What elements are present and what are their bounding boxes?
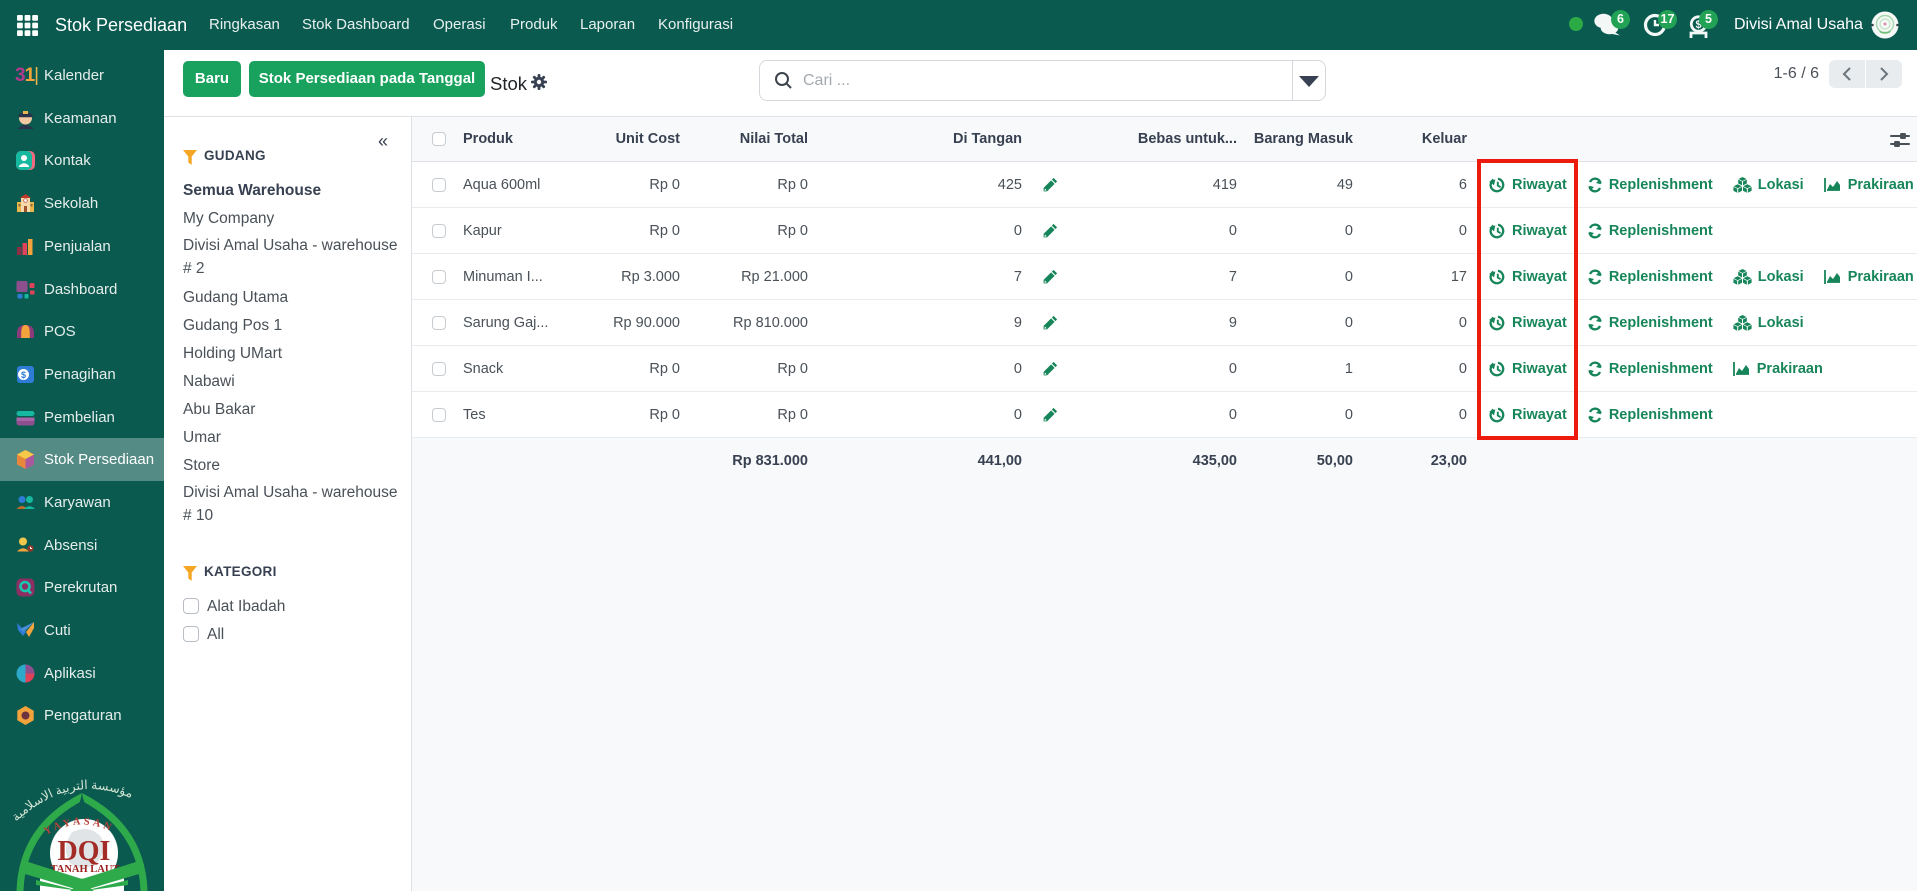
svg-text:$: $ [21, 370, 26, 380]
svg-text:DQI: DQI [58, 836, 111, 867]
